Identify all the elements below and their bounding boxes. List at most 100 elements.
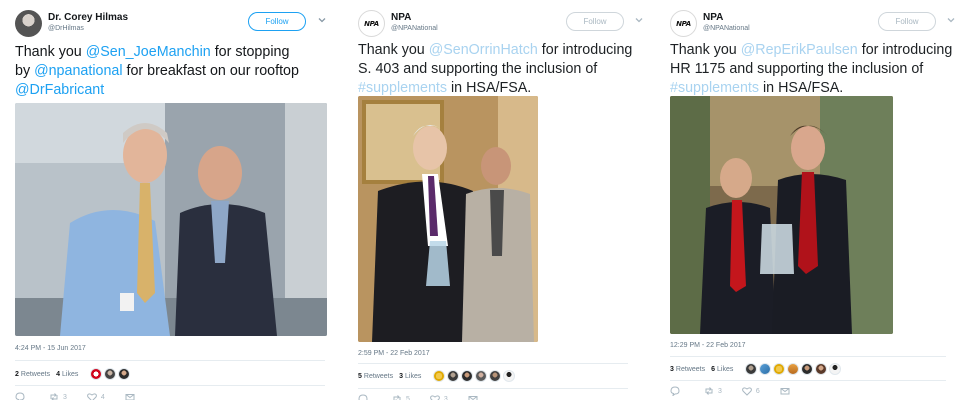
tweet-actions: 5 3: [358, 394, 502, 400]
tweet-text-line: Thank you @Sen_JoeManchin for stopping: [15, 43, 299, 62]
chevron-down-icon[interactable]: [946, 15, 956, 25]
message-button[interactable]: [125, 392, 139, 400]
user-handle[interactable]: @NPANational: [703, 25, 750, 32]
avatar[interactable]: [503, 370, 516, 382]
avatar[interactable]: [773, 363, 786, 375]
divider: [670, 380, 946, 381]
avatar[interactable]: [118, 368, 131, 380]
liker-avatars: [745, 363, 843, 375]
npa-logo-avatar[interactable]: NPA: [670, 10, 697, 37]
tweet-text-segment: S. 403 and supporting the inclusion of: [358, 61, 598, 77]
mention-link[interactable]: @SenOrrinHatch: [429, 42, 538, 58]
reply-button[interactable]: [670, 386, 684, 396]
timestamp[interactable]: 4:24 PM - 15 Jun 2017: [15, 345, 86, 352]
message-button[interactable]: [780, 386, 794, 396]
tweet-text-segment: Thank you: [670, 42, 741, 58]
retweets-stat[interactable]: 5 Retweets: [358, 373, 393, 380]
tweet-text-line: Thank you @SenOrrinHatch for introducing: [358, 41, 632, 60]
display-name[interactable]: Dr. Corey Hilmas: [48, 12, 128, 23]
like-button[interactable]: 4: [87, 392, 105, 400]
likes-stat[interactable]: 6 Likes: [711, 366, 733, 373]
avatar[interactable]: [90, 368, 103, 380]
liker-avatars: [90, 368, 132, 380]
retweet-icon: [393, 395, 401, 400]
avatar[interactable]: [759, 363, 772, 375]
tweet-photo[interactable]: [15, 103, 327, 336]
mention-link[interactable]: @Sen_JoeManchin: [86, 44, 211, 60]
avatar[interactable]: [787, 363, 800, 375]
divider: [15, 385, 325, 386]
avatar[interactable]: [829, 363, 842, 375]
avatar[interactable]: [815, 363, 828, 375]
retweet-button[interactable]: 3: [49, 392, 67, 400]
hashtag-link[interactable]: #supplements: [358, 80, 447, 96]
like-button[interactable]: 6: [742, 386, 760, 396]
avatar[interactable]: [475, 370, 488, 382]
avatar[interactable]: [433, 370, 446, 382]
heart-icon: [430, 395, 440, 400]
photo-image: [670, 96, 893, 334]
chevron-down-icon[interactable]: [634, 15, 643, 25]
tweet-text-segment: Thank you: [15, 44, 86, 60]
retweet-button[interactable]: 5: [392, 394, 410, 400]
tweet-text-segment: HR 1175 and supporting the inclusion of: [670, 61, 924, 77]
tweet-text-segment: in HSA/FSA.: [447, 80, 532, 96]
envelope-icon: [125, 394, 135, 400]
tweet-photo[interactable]: [670, 96, 893, 334]
mention-link[interactable]: @DrFabricant: [15, 82, 104, 98]
npa-logo-icon: NPA: [364, 19, 379, 28]
divider: [358, 363, 628, 364]
likes-stat[interactable]: 4 Likes: [56, 371, 78, 378]
heart-icon: [87, 393, 97, 400]
tweet-text: Thank you @RepErikPaulsen for introducin…: [670, 41, 952, 98]
display-name[interactable]: NPA: [391, 12, 411, 23]
tweet-card: Dr. Corey Hilmas @DrHilmas Follow Thank …: [0, 0, 340, 400]
retweets-stat[interactable]: 3 Retweets: [670, 366, 705, 373]
npa-logo-avatar[interactable]: NPA: [358, 10, 385, 37]
reply-button[interactable]: [15, 392, 29, 400]
mention-link[interactable]: @npanational: [34, 63, 122, 79]
tweet-text-segment: for stopping: [210, 44, 290, 60]
engagement-stats: 3 Retweets 6 Likes: [670, 363, 843, 375]
avatar[interactable]: [489, 370, 502, 382]
tweet-card: NPA NPA @NPANational Follow Thank you @R…: [655, 0, 961, 400]
retweets-stat[interactable]: 2 Retweets: [15, 371, 50, 378]
user-handle[interactable]: @DrHilmas: [48, 25, 84, 32]
envelope-icon: [468, 396, 478, 400]
divider: [358, 388, 628, 389]
retweet-button[interactable]: 3: [704, 386, 722, 396]
avatar[interactable]: [801, 363, 814, 375]
retweet-icon: [50, 393, 58, 400]
user-handle[interactable]: @NPANational: [391, 25, 438, 32]
follow-button[interactable]: Follow: [248, 12, 306, 31]
tweet-text-segment: Thank you: [358, 42, 429, 58]
avatar[interactable]: [447, 370, 460, 382]
timestamp[interactable]: 12:29 PM - 22 Feb 2017: [670, 342, 746, 349]
follow-button[interactable]: Follow: [878, 12, 936, 31]
reply-button[interactable]: [358, 394, 372, 400]
likes-stat[interactable]: 3 Likes: [399, 373, 421, 380]
tweet-text: Thank you @SenOrrinHatch for introducing…: [358, 41, 632, 98]
npa-logo-icon: NPA: [676, 19, 691, 28]
tweet-text: Thank you @Sen_JoeManchin for stopping by…: [15, 43, 299, 100]
tweet-actions: 3 6: [670, 386, 814, 396]
like-button[interactable]: 3: [430, 394, 448, 400]
avatar[interactable]: [745, 363, 758, 375]
heart-icon: [742, 387, 752, 396]
follow-button[interactable]: Follow: [566, 12, 624, 31]
tweet-text-segment: for introducing: [537, 42, 633, 58]
tweet-actions: 3 4: [15, 392, 159, 400]
divider: [15, 360, 325, 361]
chevron-down-icon[interactable]: [317, 15, 327, 25]
message-button[interactable]: [468, 394, 482, 400]
avatar[interactable]: [104, 368, 117, 380]
tweet-text-segment: by: [15, 63, 35, 79]
reply-icon: [15, 392, 25, 400]
timestamp[interactable]: 2:59 PM - 22 Feb 2017: [358, 350, 430, 357]
mention-link[interactable]: @RepErikPaulsen: [741, 42, 858, 58]
avatar[interactable]: [15, 10, 42, 37]
avatar[interactable]: [461, 370, 474, 382]
hashtag-link[interactable]: #supplements: [670, 80, 759, 96]
display-name[interactable]: NPA: [703, 12, 723, 23]
tweet-photo[interactable]: [358, 96, 538, 342]
